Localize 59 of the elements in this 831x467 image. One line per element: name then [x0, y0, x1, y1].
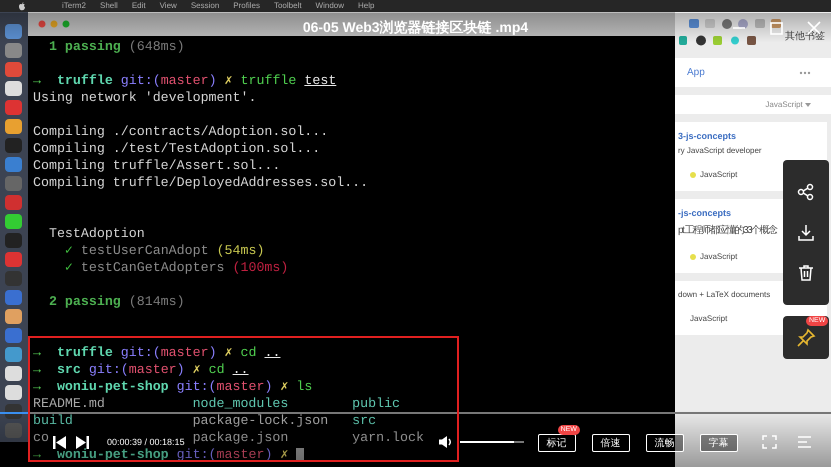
- menu-item[interactable]: View: [160, 1, 177, 11]
- terminal-line: Compiling truffle/DeployedAddresses.sol...: [33, 174, 368, 191]
- terminal-line: → src git:(master) ✗ cd ..: [33, 361, 249, 378]
- file-name: build: [33, 413, 73, 428]
- terminal-line: ✓ testCanGetAdopters (100ms): [64, 259, 288, 276]
- menu-item[interactable]: iTerm2: [62, 1, 86, 11]
- language-label: JavaScript: [700, 170, 738, 179]
- terminal-line: Compiling ./contracts/Adoption.sol...: [33, 123, 328, 140]
- menu-item[interactable]: Toolbelt: [274, 1, 302, 11]
- trash-icon[interactable]: [797, 264, 815, 282]
- language-filter[interactable]: JavaScript: [675, 95, 831, 114]
- file-name: package.json: [192, 430, 288, 445]
- share-icon[interactable]: [797, 182, 815, 201]
- language-label: JavaScript: [700, 252, 738, 261]
- next-icon[interactable]: [75, 436, 89, 448]
- file-name: package-lock.json: [192, 413, 328, 428]
- language-label: JavaScript: [690, 314, 728, 323]
- menu-item[interactable]: Shell: [100, 1, 118, 11]
- menu-item[interactable]: Profiles: [233, 1, 260, 11]
- download-icon[interactable]: [797, 224, 815, 242]
- menu-item[interactable]: Edit: [132, 1, 146, 11]
- previous-icon[interactable]: [53, 436, 67, 448]
- repo-title[interactable]: -js-concepts: [678, 208, 732, 218]
- repo-description: ry JavaScript developer: [678, 146, 762, 155]
- file-name: node_modules: [192, 396, 288, 411]
- playback-time: 00:00:39 / 00:18:15: [107, 437, 185, 447]
- video-title: 06-05 Web3浏览器链接区块链 .mp4: [302, 19, 528, 37]
- volume-icon[interactable]: [438, 435, 454, 449]
- terminal-line: → truffle git:(master) ✗ truffle test: [33, 72, 336, 89]
- menu-item[interactable]: Session: [190, 1, 220, 11]
- repo-title[interactable]: 3-js-concepts: [678, 131, 736, 141]
- terminal-line: ✓ testUserCanAdopt (54ms): [64, 242, 264, 259]
- terminal-line: → woniu-pet-shop git:(master) ✗ ls: [33, 378, 312, 395]
- file-name: yarn.lock: [352, 430, 424, 445]
- player-button[interactable]: 标记: [538, 434, 576, 452]
- terminal-line: TestAdoption: [48, 225, 145, 242]
- app-link[interactable]: App: [687, 67, 705, 78]
- terminal-line: Compiling truffle/Assert.sol...: [33, 157, 280, 174]
- file-name: co: [33, 430, 49, 445]
- player-button[interactable]: 倍速: [592, 434, 630, 452]
- terminal-line: 2 passing (814ms): [48, 293, 185, 310]
- player-button[interactable]: 流畅: [646, 434, 684, 452]
- pin-icon[interactable]: [796, 328, 816, 348]
- repo-description: down + LaTeX documents: [678, 290, 770, 299]
- terminal-line: Using network 'development'.: [33, 89, 256, 106]
- terminal-line: → truffle git:(master) ✗ cd ..: [33, 344, 280, 361]
- apple-icon[interactable]: [18, 2, 26, 10]
- repo-description: pt 工程师都应懂的33个概念: [678, 224, 776, 237]
- terminal-line: Compiling ./test/TestAdoption.sol...: [33, 140, 320, 157]
- menu-item[interactable]: Help: [358, 1, 374, 11]
- file-name: src: [352, 413, 376, 428]
- caret-icon: [805, 103, 811, 107]
- more-icon[interactable]: [799, 70, 811, 74]
- maximize-icon[interactable]: [770, 22, 783, 34]
- file-name: README.md: [33, 396, 105, 411]
- file-name: public: [352, 396, 400, 411]
- menu-item[interactable]: Window: [316, 1, 344, 11]
- terminal-line: 1 passing (648ms): [48, 38, 185, 55]
- player-button[interactable]: 字幕: [700, 434, 738, 452]
